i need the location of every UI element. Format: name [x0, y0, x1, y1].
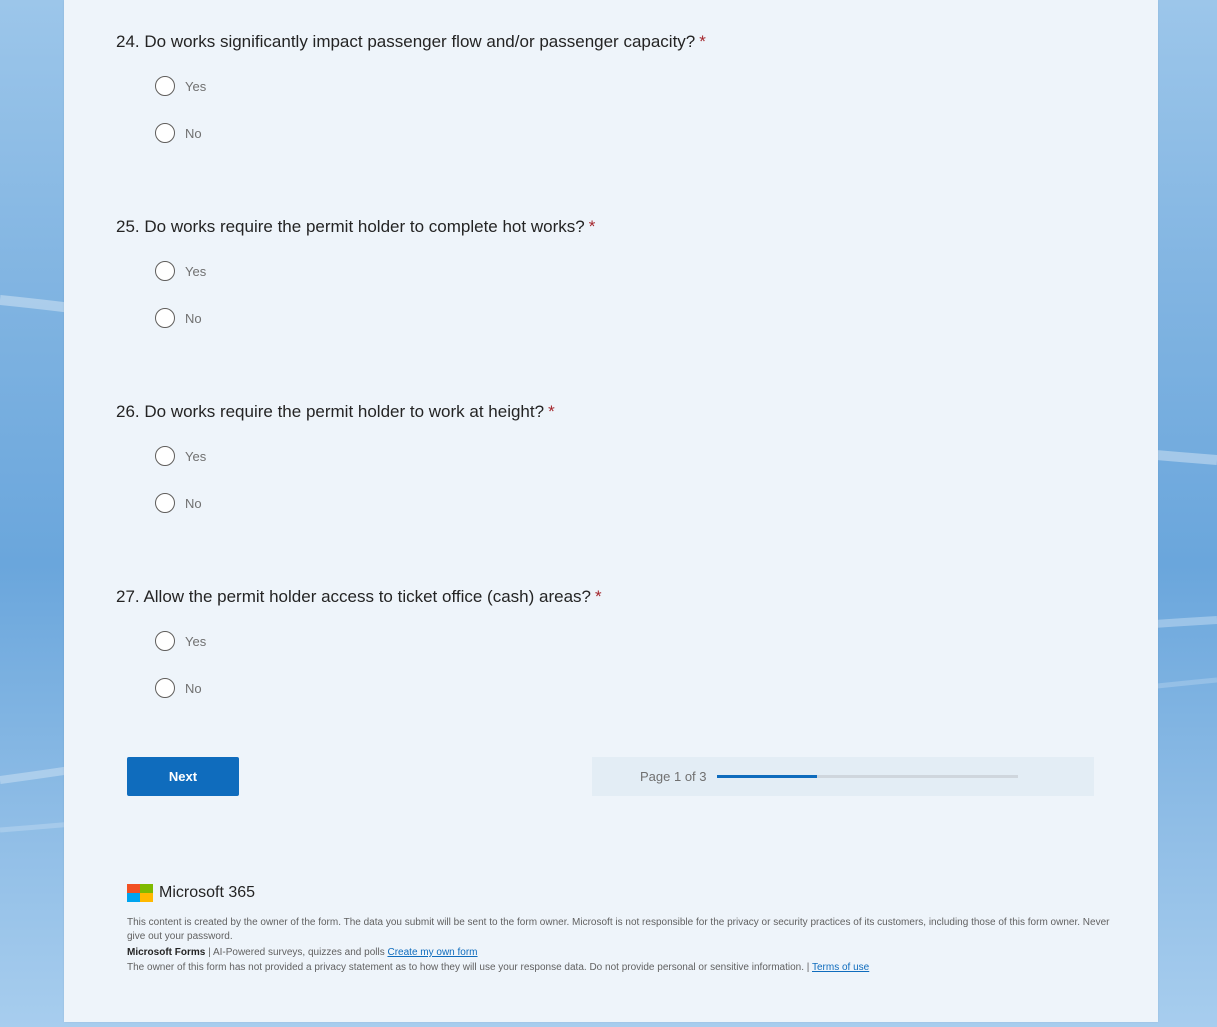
radio-button[interactable]: [155, 446, 175, 466]
progress-fill: [716, 775, 817, 778]
radio-button[interactable]: [155, 123, 175, 143]
question-text: Do works significantly impact passenger …: [144, 32, 696, 51]
option-yes[interactable]: Yes: [155, 629, 206, 653]
microsoft-logo-icon: [127, 884, 153, 902]
footer: Microsoft 365 This content is created by…: [127, 884, 1127, 974]
required-asterisk: *: [588, 217, 596, 236]
option-no[interactable]: No: [155, 306, 202, 330]
option-label: No: [185, 495, 202, 511]
question-number: 25.: [116, 217, 140, 236]
radio-button[interactable]: [155, 261, 175, 281]
next-button[interactable]: Next: [127, 757, 239, 796]
question-27: 27. Allow the permit holder access to ti…: [116, 587, 602, 607]
radio-button[interactable]: [155, 493, 175, 513]
logo-square: [140, 893, 153, 902]
option-label: Yes: [185, 263, 207, 279]
question-number: 24.: [116, 32, 140, 51]
option-label: No: [185, 125, 202, 141]
option-label: No: [185, 680, 202, 696]
form-card: 24. Do works significantly impact passen…: [64, 0, 1158, 1022]
question-title: 24. Do works significantly impact passen…: [116, 32, 706, 52]
question-text: Allow the permit holder access to ticket…: [143, 587, 591, 606]
option-label: No: [185, 310, 202, 326]
privacy-statement: The owner of this form has not provided …: [127, 962, 812, 973]
terms-of-use-link[interactable]: Terms of use: [812, 962, 869, 973]
logo-square: [140, 884, 153, 893]
question-number: 26.: [116, 402, 140, 421]
question-title: 27. Allow the permit holder access to ti…: [116, 587, 602, 607]
option-no[interactable]: No: [155, 676, 202, 700]
question-text: Do works require the permit holder to wo…: [144, 402, 545, 421]
create-form-link[interactable]: Create my own form: [387, 947, 477, 958]
option-label: Yes: [185, 633, 207, 649]
required-asterisk: *: [699, 32, 706, 51]
radio-button[interactable]: [155, 308, 175, 328]
question-25: 25. Do works require the permit holder t…: [116, 217, 595, 237]
disclaimer-text: This content is created by the owner of …: [127, 917, 1110, 942]
page-progress: Page 1 of 3: [592, 757, 1094, 796]
option-label: Yes: [185, 78, 207, 94]
question-text: Do works require the permit holder to co…: [144, 217, 585, 236]
logo-square: [127, 893, 140, 902]
option-no[interactable]: No: [155, 121, 202, 145]
radio-button[interactable]: [155, 631, 175, 651]
question-title: 25. Do works require the permit holder t…: [116, 217, 595, 237]
required-asterisk: *: [548, 402, 555, 421]
brand: Microsoft 365: [127, 884, 1127, 902]
forms-line: Microsoft Forms | AI-Powered surveys, qu…: [127, 947, 1127, 958]
question-number: 27.: [116, 587, 140, 606]
radio-button[interactable]: [155, 76, 175, 96]
logo-square: [127, 884, 140, 893]
question-24: 24. Do works significantly impact passen…: [116, 32, 706, 52]
option-label: Yes: [185, 448, 207, 464]
option-no[interactable]: No: [155, 491, 202, 515]
question-title: 26. Do works require the permit holder t…: [116, 402, 555, 422]
forms-tagline: | AI-Powered surveys, quizzes and polls: [205, 947, 388, 958]
question-26: 26. Do works require the permit holder t…: [116, 402, 555, 422]
option-yes[interactable]: Yes: [155, 444, 206, 468]
forms-name: Microsoft Forms: [127, 947, 206, 958]
radio-button[interactable]: [155, 678, 175, 698]
brand-name: Microsoft 365: [159, 884, 256, 901]
option-yes[interactable]: Yes: [155, 259, 206, 283]
page-indicator: Page 1 of 3: [640, 769, 707, 784]
required-asterisk: *: [595, 587, 602, 606]
privacy-text: The owner of this form has not provided …: [127, 961, 1127, 974]
progress-track: [716, 775, 1018, 778]
option-yes[interactable]: Yes: [155, 74, 206, 98]
